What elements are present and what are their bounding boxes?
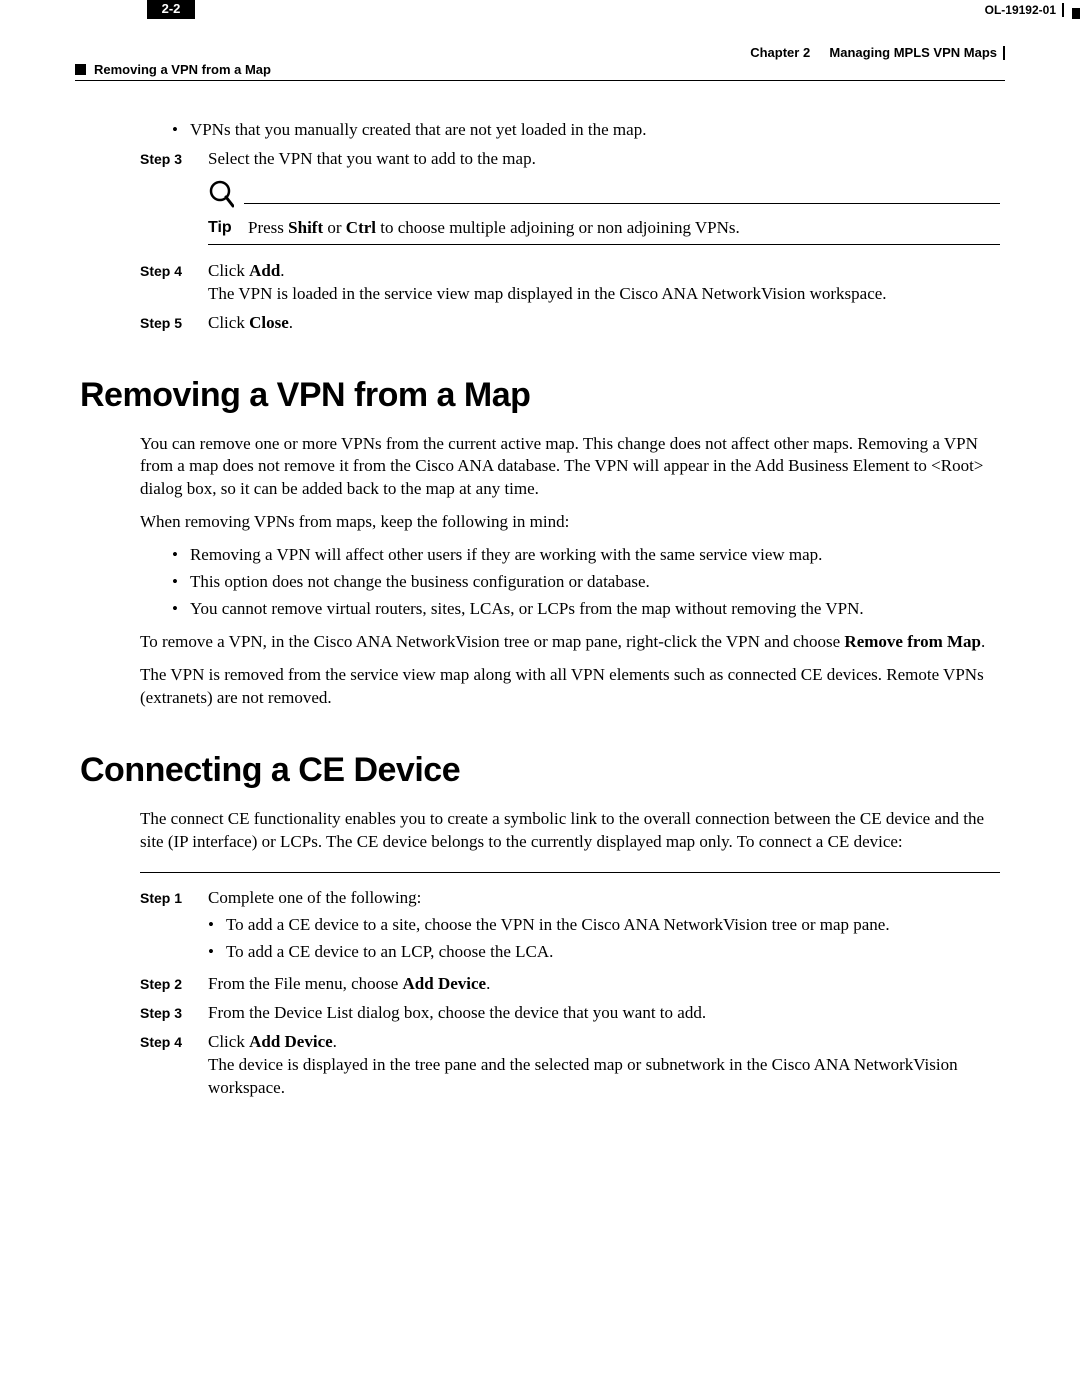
footer-corner-icon xyxy=(1072,8,1080,19)
bullet-icon xyxy=(208,941,214,964)
bullet-icon xyxy=(208,914,214,937)
paragraph: The VPN is removed from the service view… xyxy=(140,664,1000,710)
bullet-icon xyxy=(172,544,178,567)
step-label: Step 4 xyxy=(140,1031,208,1100)
step-extra: The VPN is loaded in the service view ma… xyxy=(208,283,1000,306)
step-rule xyxy=(140,872,1000,873)
step-row: Step 5 Click Close. xyxy=(140,312,1000,335)
bullet-icon xyxy=(172,598,178,621)
list-item: This option does not change the business… xyxy=(172,571,1000,594)
tip-block xyxy=(208,179,1000,209)
tip-icon xyxy=(208,179,234,209)
header-line-2: Removing a VPN from a Map xyxy=(75,62,1005,77)
step-label: Step 3 xyxy=(140,148,208,171)
bullet-icon xyxy=(172,119,178,142)
step-row: Step 4 Click Add Device. The device is d… xyxy=(140,1031,1000,1100)
header-separator xyxy=(1003,46,1005,60)
heading-removing-vpn: Removing a VPN from a Map xyxy=(80,373,1000,419)
footer-separator xyxy=(1062,3,1064,17)
footer-ol: OL-19192-01 xyxy=(985,3,1056,17)
step-label: Step 5 xyxy=(140,312,208,335)
step-label: Step 1 xyxy=(140,887,208,968)
list-item: Removing a VPN will affect other users i… xyxy=(172,544,1000,567)
breadcrumb: Removing a VPN from a Map xyxy=(94,62,271,77)
step-label: Step 3 xyxy=(140,1002,208,1025)
content-body: VPNs that you manually created that are … xyxy=(140,115,1000,1106)
bullet-icon xyxy=(172,571,178,594)
tip-label: Tip xyxy=(208,217,248,240)
step-label: Step 2 xyxy=(140,973,208,996)
header-line-1: Chapter 2 Managing MPLS VPN Maps xyxy=(75,45,1005,60)
paragraph: The connect CE functionality enables you… xyxy=(140,808,1000,854)
step-row: Step 3 From the Device List dialog box, … xyxy=(140,1002,1000,1025)
header-square-icon xyxy=(75,64,86,75)
chapter-title: Managing MPLS VPN Maps xyxy=(829,45,997,60)
step-row: Step 2 From the File menu, choose Add De… xyxy=(140,973,1000,996)
page-number-badge: 2-2 xyxy=(147,0,195,19)
chapter-label: Chapter 2 xyxy=(750,45,810,60)
list-item: VPNs that you manually created that are … xyxy=(172,119,1000,142)
header-rule xyxy=(75,80,1005,81)
step-label: Step 4 xyxy=(140,260,208,306)
tip-rule-top xyxy=(244,203,1000,204)
step-row: Step 3 Select the VPN that you want to a… xyxy=(140,148,1000,171)
paragraph: To remove a VPN, in the Cisco ANA Networ… xyxy=(140,631,1000,654)
paragraph: You can remove one or more VPNs from the… xyxy=(140,433,1000,502)
page: Chapter 2 Managing MPLS VPN Maps Removin… xyxy=(0,0,1080,1397)
paragraph: When removing VPNs from maps, keep the f… xyxy=(140,511,1000,534)
step-row: Step 4 Click Add. The VPN is loaded in t… xyxy=(140,260,1000,306)
tip-rule-bottom xyxy=(208,244,1000,246)
heading-connecting-ce: Connecting a CE Device xyxy=(80,748,1000,794)
step-text: Select the VPN that you want to add to t… xyxy=(208,148,1000,171)
step-row: Step 1 Complete one of the following: To… xyxy=(140,887,1000,968)
tip-text: Tip Press Shift or Ctrl to choose multip… xyxy=(208,217,1000,240)
bullet-text: VPNs that you manually created that are … xyxy=(190,119,647,142)
list-item: You cannot remove virtual routers, sites… xyxy=(172,598,1000,621)
